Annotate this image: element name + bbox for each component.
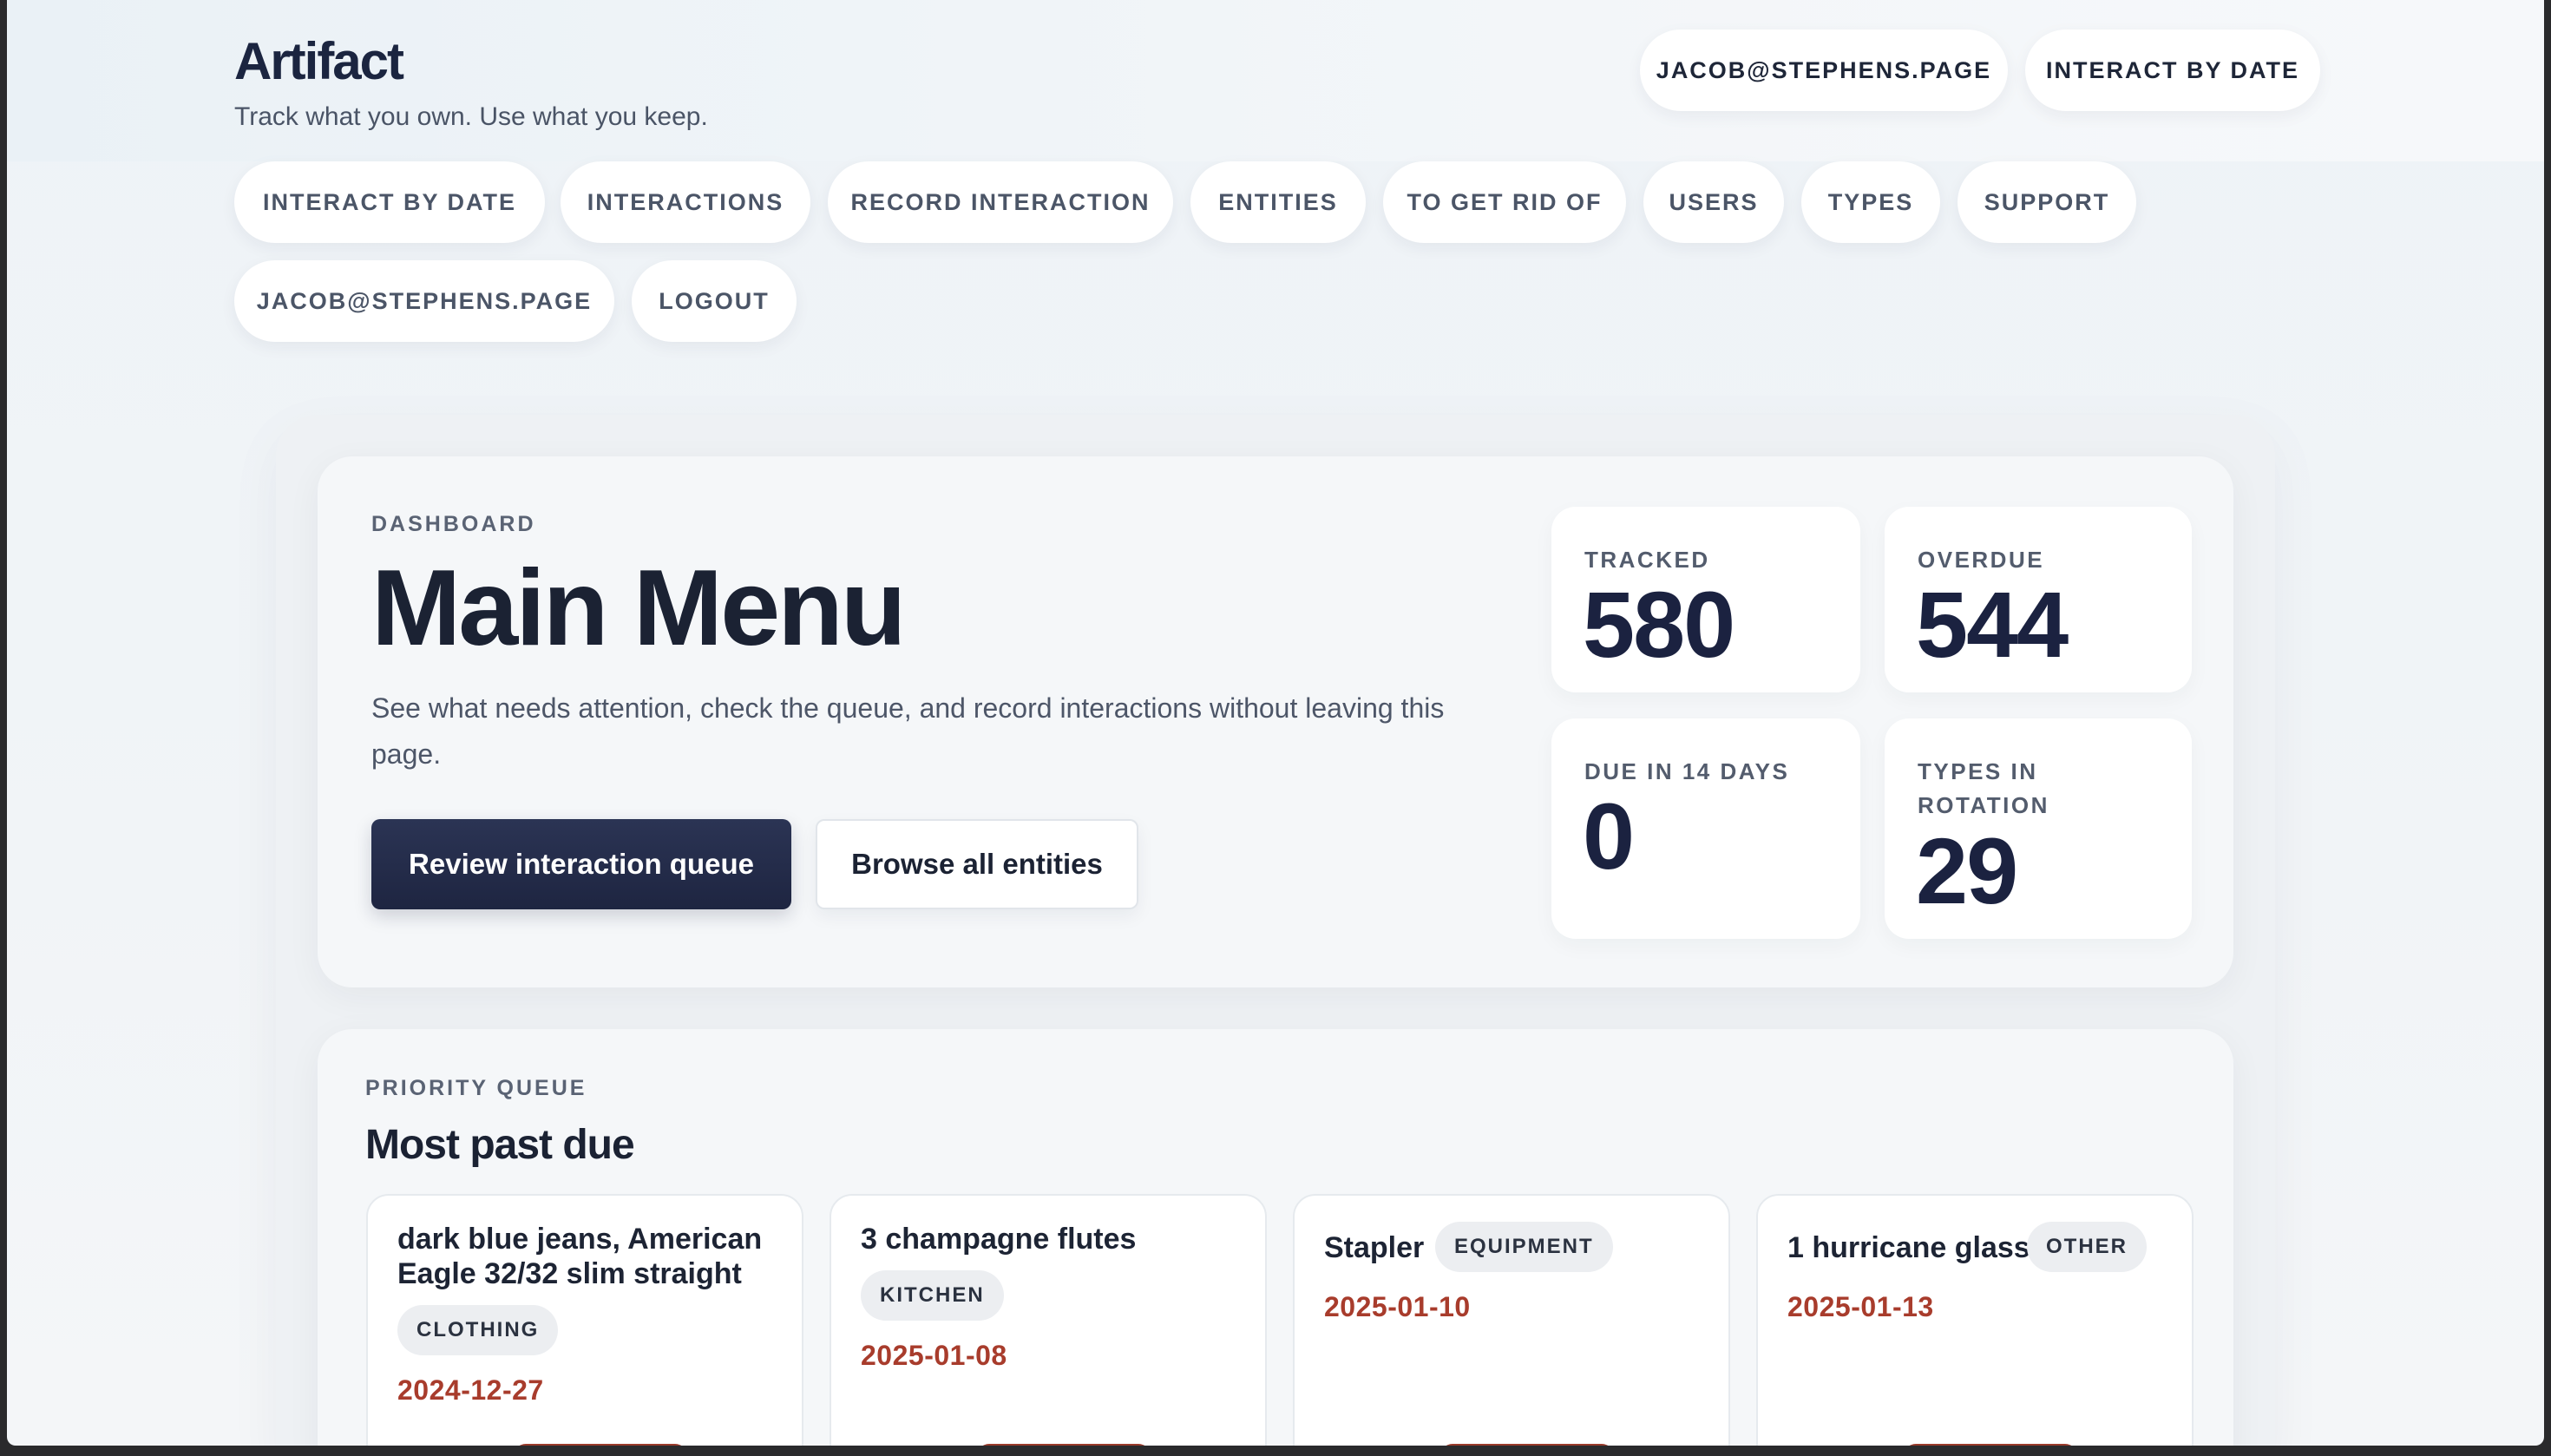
item-action-button[interactable]	[514, 1444, 687, 1446]
nav-record-interaction[interactable]: RECORD INTERACTION	[828, 161, 1173, 243]
brand-logo[interactable]: Artifact	[234, 31, 404, 91]
nav-users[interactable]: USERS	[1643, 161, 1784, 243]
nav-interactions[interactable]: INTERACTIONS	[561, 161, 810, 243]
item-type-badge: EQUIPMENT	[1435, 1222, 1613, 1272]
stat-value: 580	[1583, 572, 1735, 677]
item-due-date: 2024-12-27	[397, 1374, 544, 1406]
hero-description: See what needs attention, check the queu…	[371, 692, 1445, 770]
item-name[interactable]: dark blue jeans, American Eagle 32/32 sl…	[397, 1222, 779, 1291]
stat-card-types-in-rotation: TYPES IN ROTATION 29	[1885, 718, 2192, 939]
queue-item[interactable]: Stapler EQUIPMENT 2025-01-10	[1293, 1194, 1730, 1446]
stat-value: 544	[1916, 572, 2069, 677]
stat-value: 29	[1916, 818, 2018, 923]
nav-support[interactable]: SUPPORT	[1958, 161, 2136, 243]
tagline: Track what you own. Use what you keep.	[234, 102, 708, 131]
item-due-date: 2025-01-10	[1324, 1291, 1471, 1322]
top-interact-by-date-pill[interactable]: INTERACT BY DATE	[2025, 30, 2320, 111]
nav-entities[interactable]: ENTITIES	[1190, 161, 1366, 243]
nav-logout[interactable]: LOGOUT	[632, 260, 797, 342]
item-name[interactable]: 3 champagne flutes	[861, 1222, 1243, 1256]
item-type-badge: KITCHEN	[861, 1270, 1004, 1321]
queue-item[interactable]: 1 hurricane glass OTHER 2025-01-13	[1756, 1194, 2194, 1446]
hero-eyebrow: DASHBOARD	[371, 512, 536, 536]
item-type-badge: CLOTHING	[397, 1305, 559, 1355]
item-action-button[interactable]	[1904, 1444, 2077, 1446]
stat-card-overdue: OVERDUE 544	[1885, 507, 2192, 692]
item-name[interactable]: 1 hurricane glass	[1787, 1230, 2030, 1265]
queue-title: Most past due	[365, 1122, 635, 1168]
stat-value: 0	[1583, 784, 1635, 889]
browse-entities-button[interactable]: Browse all entities	[816, 819, 1138, 909]
item-name[interactable]: Stapler	[1324, 1230, 1424, 1265]
queue-item[interactable]: 3 champagne flutes KITCHEN 2025-01-08	[830, 1194, 1267, 1446]
stat-card-due-soon: DUE IN 14 DAYS 0	[1551, 718, 1860, 939]
item-type-badge: OTHER	[2027, 1222, 2147, 1272]
stat-label: TYPES IN ROTATION	[1918, 758, 2049, 818]
nav-types[interactable]: TYPES	[1801, 161, 1940, 243]
nav-interact-by-date[interactable]: INTERACT BY DATE	[234, 161, 545, 243]
item-action-button[interactable]	[977, 1444, 1151, 1446]
item-due-date: 2025-01-13	[1787, 1291, 1934, 1322]
nav-to-get-rid-of[interactable]: TO GET RID OF	[1383, 161, 1626, 243]
nav-user-account[interactable]: JACOB@STEPHENS.PAGE	[234, 260, 614, 342]
queue-eyebrow: PRIORITY QUEUE	[365, 1076, 587, 1100]
queue-item[interactable]: dark blue jeans, American Eagle 32/32 sl…	[366, 1194, 803, 1446]
stat-card-tracked: TRACKED 580	[1551, 507, 1860, 692]
app-window: Artifact Track what you own. Use what yo…	[7, 0, 2544, 1446]
item-action-button[interactable]	[1440, 1444, 1614, 1446]
top-user-pill[interactable]: JACOB@STEPHENS.PAGE	[1640, 30, 2008, 111]
review-queue-button[interactable]: Review interaction queue	[371, 819, 791, 909]
page-title: Main Menu	[371, 548, 907, 668]
item-due-date: 2025-01-08	[861, 1340, 1007, 1371]
